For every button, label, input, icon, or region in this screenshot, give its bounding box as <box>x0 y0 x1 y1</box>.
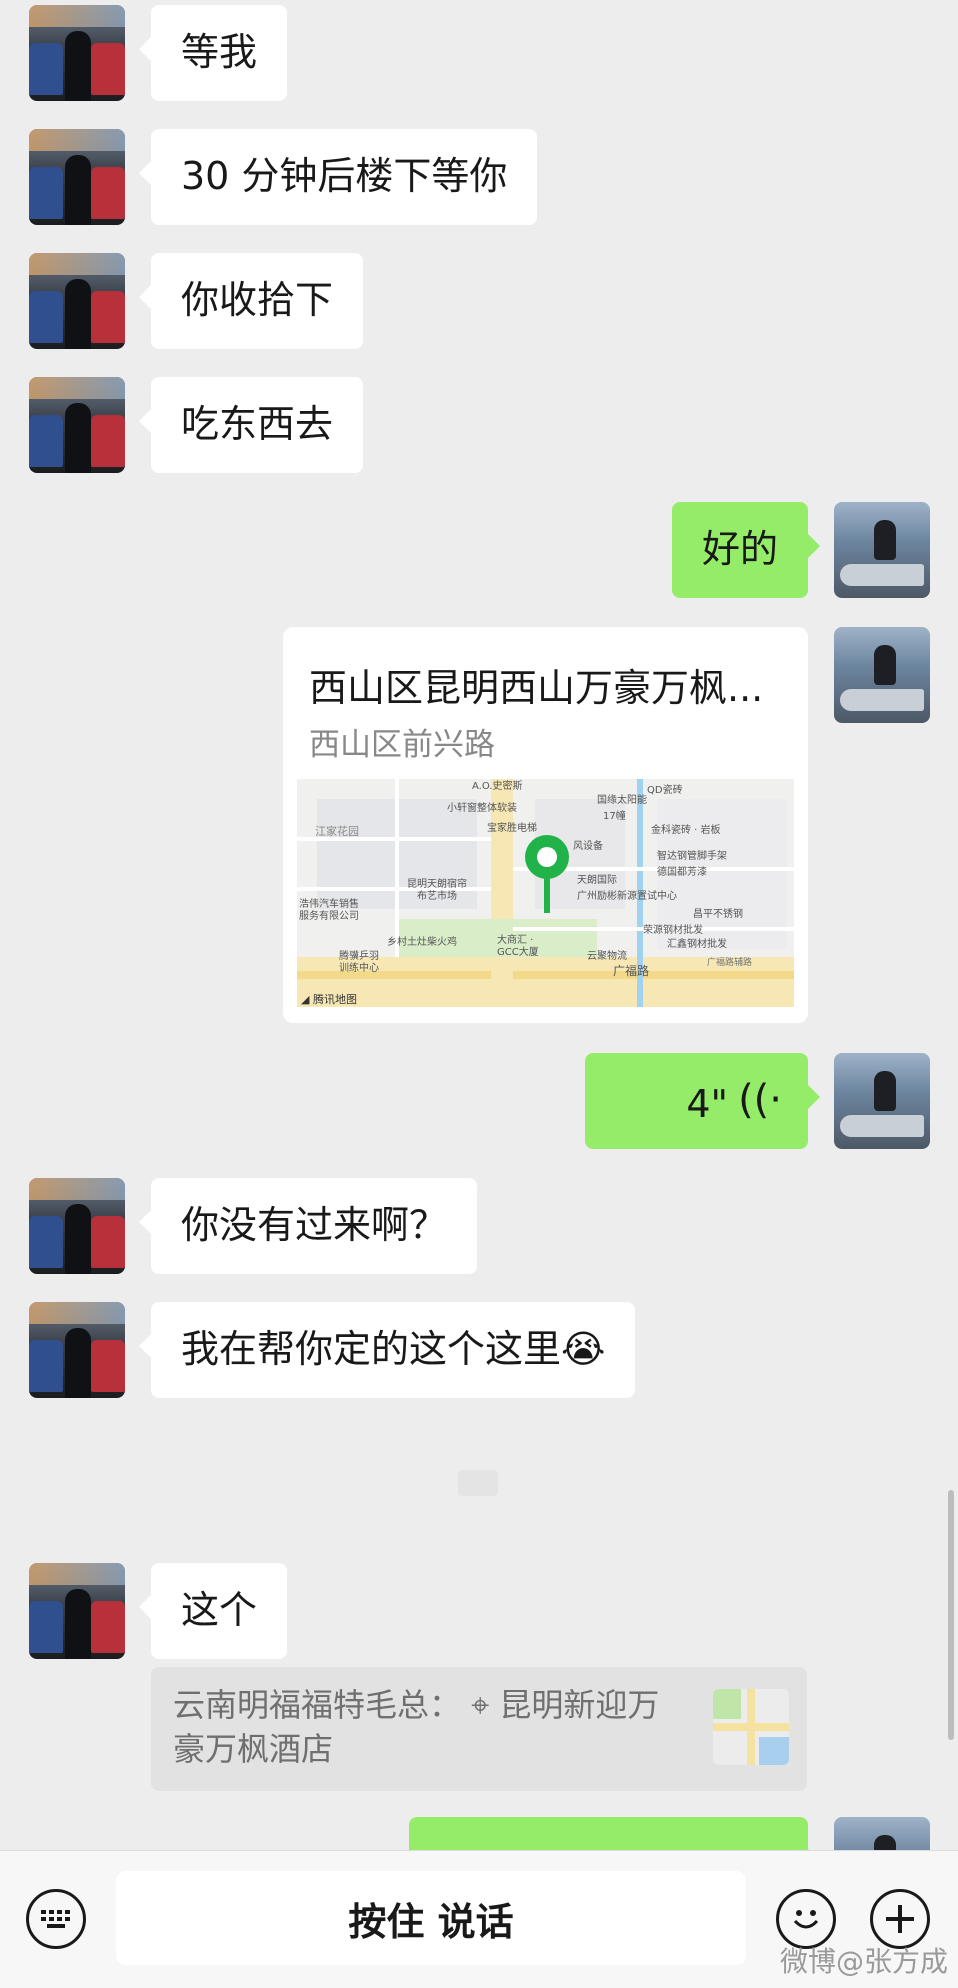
svg-text:小轩窗整体软装: 小轩窗整体软装 <box>447 801 517 814</box>
watermark: 微博@张方成 <box>779 1945 948 1978</box>
map-graphic: A.O.史密斯 QD瓷砖 国缘太阳能 小轩窗整体软装 17幢 宝家胜电梯 金科瓷… <box>297 779 794 1007</box>
message-bubble[interactable]: 等我 <box>138 5 288 101</box>
svg-text:17幢: 17幢 <box>603 809 626 822</box>
my-avatar[interactable] <box>834 627 930 723</box>
svg-text:天朗国际: 天朗国际 <box>577 874 617 886</box>
message-bubble[interactable]: 这个 <box>138 1563 288 1659</box>
map-preview[interactable]: A.O.史密斯 QD瓷砖 国缘太阳能 小轩窗整体软装 17幢 宝家胜电梯 金科瓷… <box>297 779 794 1007</box>
voice-duration: 4" <box>686 1082 728 1126</box>
voice-wave-icon: ((· <box>738 1077 782 1123</box>
svg-text:浩伟汽车销售: 浩伟汽车销售 <box>299 897 359 910</box>
contact-avatar[interactable] <box>29 5 125 101</box>
keyboard-icon[interactable] <box>26 1889 86 1949</box>
svg-text:汇鑫钢材批发: 汇鑫钢材批发 <box>667 937 727 950</box>
location-pin-icon: ⌖ <box>471 1686 490 1724</box>
svg-text:昌平不锈钢: 昌平不锈钢 <box>693 907 743 920</box>
svg-text:乡村土灶柴火鸡: 乡村土灶柴火鸡 <box>387 935 457 948</box>
message-bubble-sent[interactable] <box>409 1817 820 1850</box>
svg-text:荣源钢材批发: 荣源钢材批发 <box>643 923 703 936</box>
message-bubble[interactable]: 我在帮你定的这个这里😭 <box>138 1302 636 1398</box>
message-bubble[interactable]: 你收拾下 <box>138 253 364 349</box>
svg-text:国缘太阳能: 国缘太阳能 <box>597 793 647 806</box>
voice-message[interactable]: 4" ((· <box>585 1053 820 1149</box>
faint-timestamp <box>458 1470 498 1496</box>
svg-text:服务有限公司: 服务有限公司 <box>299 909 359 922</box>
svg-text:风设备: 风设备 <box>573 839 603 852</box>
my-avatar[interactable] <box>834 1817 930 1850</box>
quoted-message[interactable]: 云南明福福特毛总： ⌖ 昆明新迎万豪万枫酒店 <box>151 1667 807 1791</box>
message-bubble-sent[interactable]: 好的 <box>671 502 821 598</box>
contact-avatar[interactable] <box>29 1302 125 1398</box>
svg-text:宝家胜电梯: 宝家胜电梯 <box>487 821 537 834</box>
location-address: 西山区前兴路 <box>309 727 495 763</box>
svg-text:智达钢管脚手架: 智达钢管脚手架 <box>657 849 727 862</box>
input-bar: 按住 说话 微博@张方成 <box>0 1850 958 1988</box>
svg-text:布艺市场: 布艺市场 <box>417 889 457 902</box>
contact-avatar[interactable] <box>29 253 125 349</box>
svg-text:腾骥乒羽: 腾骥乒羽 <box>339 949 379 962</box>
contact-avatar[interactable] <box>29 129 125 225</box>
my-avatar[interactable] <box>834 502 930 598</box>
svg-text:广州励彬新源置试中心: 广州励彬新源置试中心 <box>577 889 677 902</box>
contact-avatar[interactable] <box>29 1178 125 1274</box>
quote-map-thumbnail <box>713 1689 789 1765</box>
svg-text:大商汇 ·: 大商汇 · <box>497 933 533 946</box>
hold-to-talk-button[interactable]: 按住 说话 <box>116 1871 746 1965</box>
quote-sender: 云南明福福特毛总： <box>173 1686 462 1724</box>
svg-text:云聚物流: 云聚物流 <box>587 949 627 962</box>
contact-avatar[interactable] <box>29 1563 125 1659</box>
svg-text:金科瓷砖 · 岩板: 金科瓷砖 · 岩板 <box>651 823 721 836</box>
svg-text:训练中心: 训练中心 <box>339 961 379 974</box>
chat-area[interactable]: 等我 30 分钟后楼下等你 你收拾下 吃东西去 好的 西山区昆明西山万豪万枫..… <box>0 0 958 1850</box>
svg-text:广福路: 广福路 <box>613 963 649 978</box>
my-avatar[interactable] <box>834 1053 930 1149</box>
location-title: 西山区昆明西山万豪万枫... <box>309 666 764 710</box>
location-card[interactable]: 西山区昆明西山万豪万枫... 西山区前兴路 A.O.史密斯 QD瓷砖 国缘太阳能… <box>283 627 808 1023</box>
svg-text:◢ 腾讯地图: ◢ 腾讯地图 <box>301 992 357 1006</box>
contact-avatar[interactable] <box>29 377 125 473</box>
svg-text:昆明天朗宿帘: 昆明天朗宿帘 <box>407 877 467 890</box>
scrollbar[interactable] <box>948 1490 954 1740</box>
svg-text:德国都芳漆: 德国都芳漆 <box>657 865 707 878</box>
message-bubble[interactable]: 你没有过来啊？ <box>138 1178 478 1274</box>
svg-text:广福路辅路: 广福路辅路 <box>707 956 752 968</box>
svg-text:GCC大厦: GCC大厦 <box>497 945 539 958</box>
svg-text:A.O.史密斯: A.O.史密斯 <box>472 779 523 792</box>
message-bubble[interactable]: 吃东西去 <box>138 377 364 473</box>
svg-text:江家花园: 江家花园 <box>315 824 359 838</box>
svg-text:QD瓷砖: QD瓷砖 <box>647 783 683 796</box>
message-bubble[interactable]: 30 分钟后楼下等你 <box>138 129 538 225</box>
